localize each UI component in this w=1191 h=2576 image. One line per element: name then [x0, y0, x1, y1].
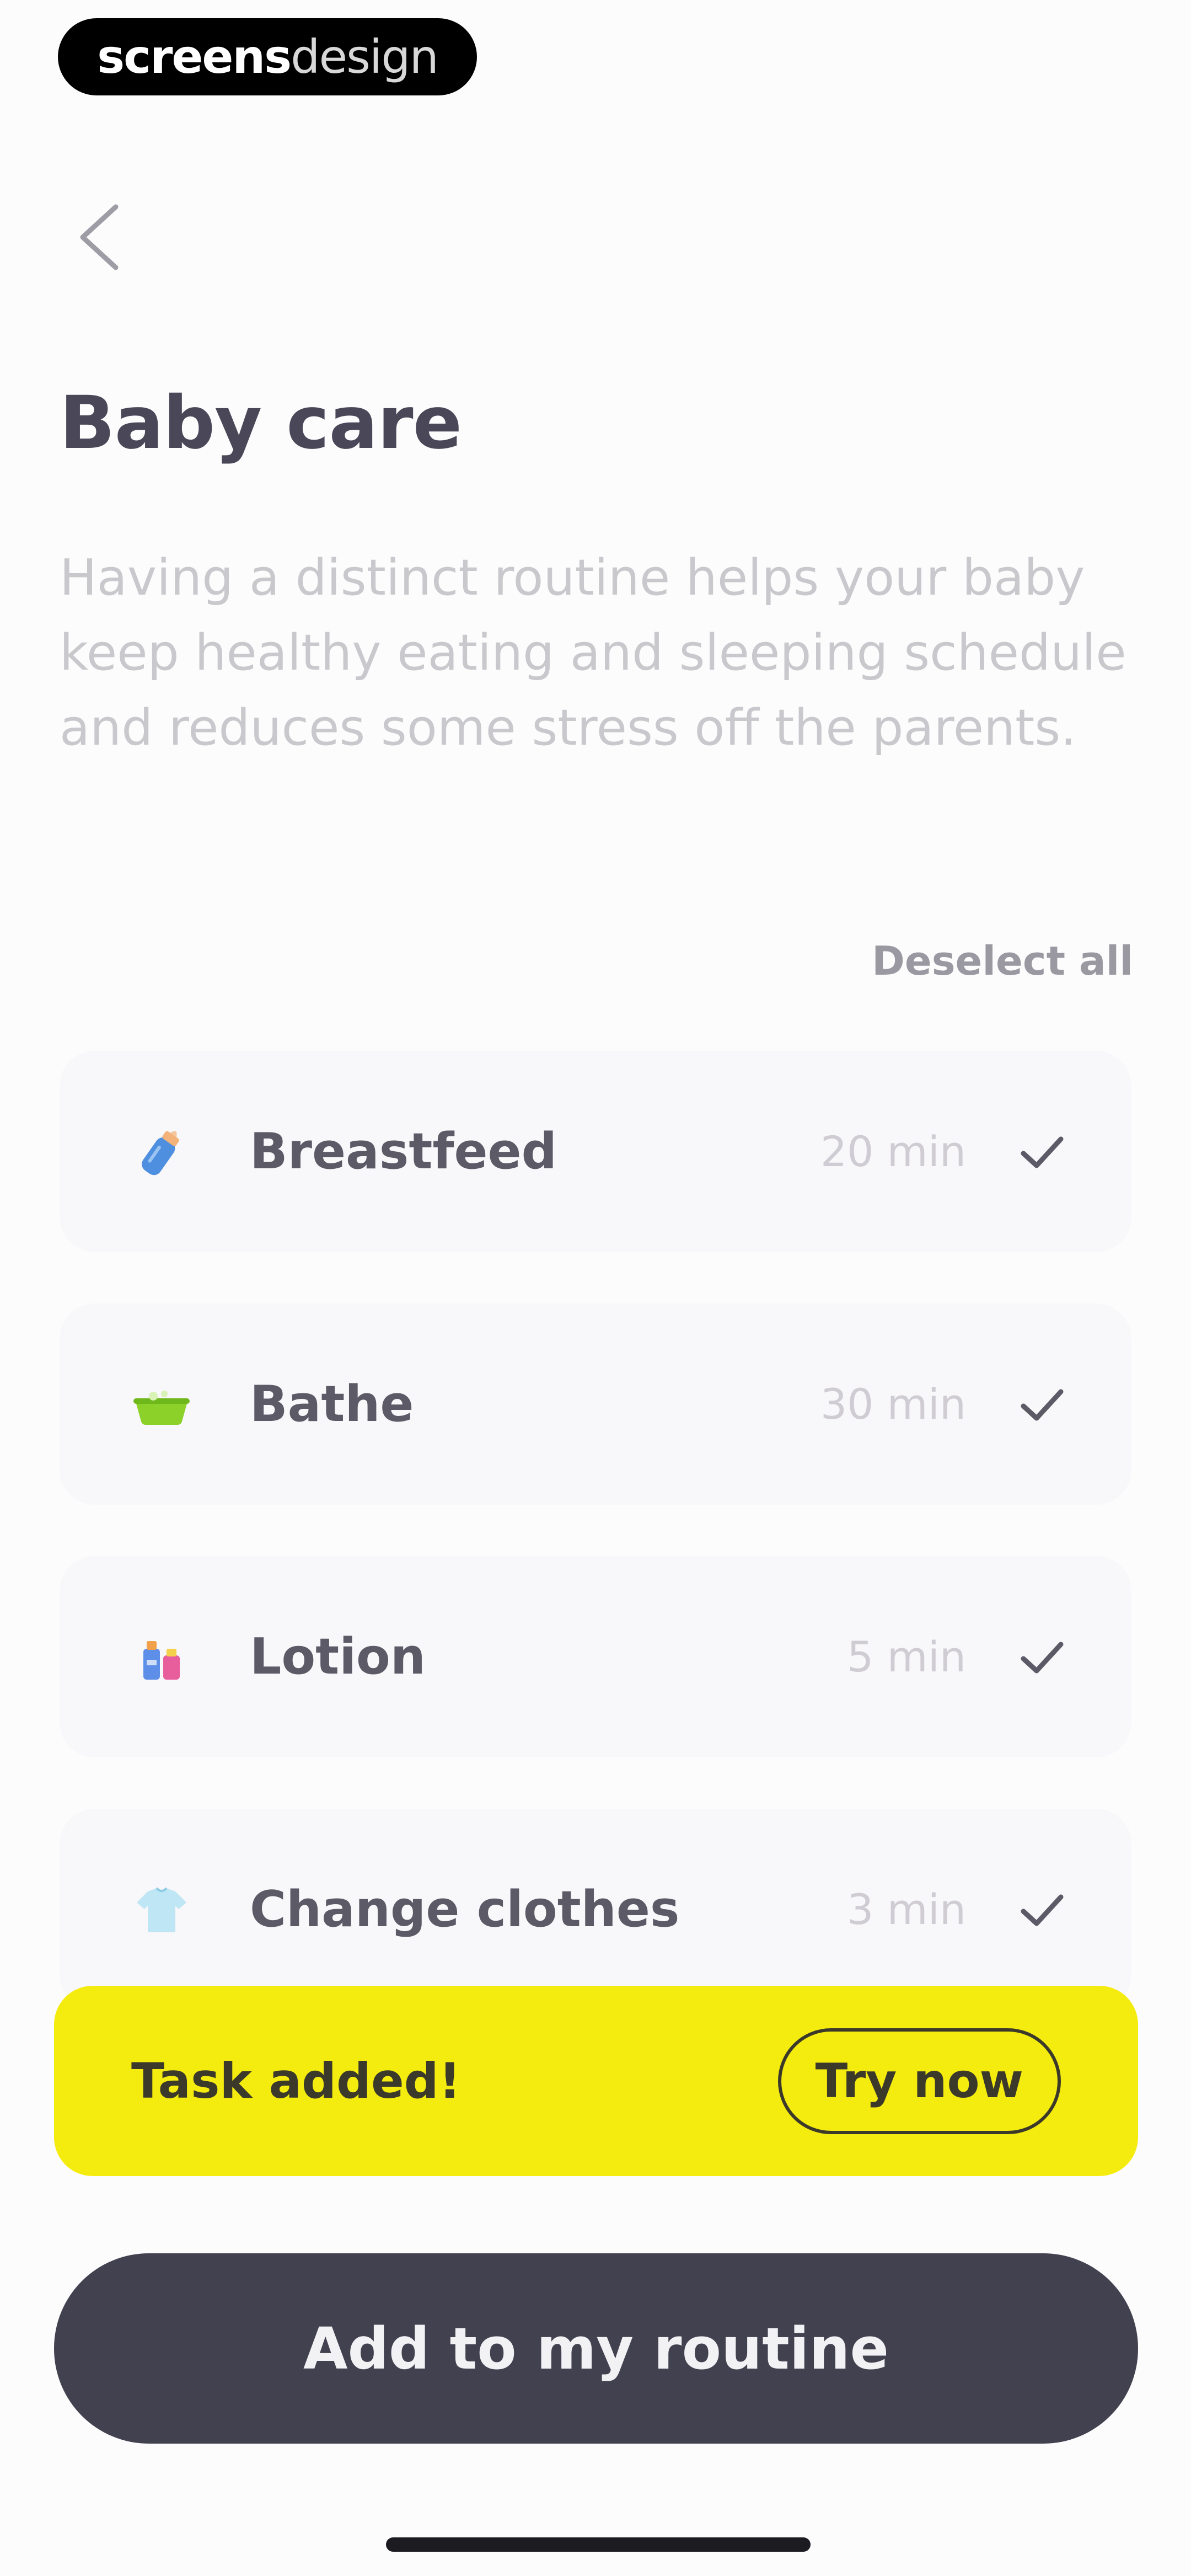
task-duration: 20 min	[820, 1127, 966, 1176]
clothes-icon	[137, 1887, 186, 1932]
back-button[interactable]	[66, 199, 132, 276]
bottle-icon	[142, 1131, 179, 1175]
task-item-lotion[interactable]: Lotion 5 min	[60, 1556, 1131, 1757]
check-icon	[1021, 1389, 1064, 1420]
task-item-breastfeed[interactable]: Breastfeed 20 min	[60, 1051, 1131, 1252]
task-duration: 5 min	[847, 1632, 966, 1681]
brand-logo-part1: screens	[97, 30, 292, 84]
brand-logo-part2: design	[291, 30, 439, 84]
page-description: Having a distinct routine helps your bab…	[60, 549, 1126, 757]
task-name: Lotion	[250, 1628, 426, 1686]
check-icon	[1021, 1136, 1064, 1168]
task-name: Bathe	[250, 1375, 414, 1433]
try-now-button[interactable]: Try now	[777, 2028, 1061, 2134]
task-item-change-clothes[interactable]: Change clothes 3 min	[60, 1809, 1131, 2010]
deselect-all-button[interactable]: Deselect all	[872, 938, 1133, 984]
task-duration: 30 min	[820, 1380, 966, 1429]
bathtub-icon	[133, 1390, 190, 1425]
page-title: Baby care	[60, 381, 462, 466]
task-duration: 3 min	[847, 1885, 966, 1934]
task-name: Breastfeed	[250, 1123, 557, 1180]
home-indicator	[386, 2537, 811, 2552]
add-to-routine-button[interactable]: Add to my routine	[54, 2253, 1138, 2444]
lotion-icon	[143, 1640, 180, 1680]
check-icon	[1021, 1894, 1064, 1926]
chevron-left-icon	[80, 204, 119, 270]
task-name: Change clothes	[250, 1880, 680, 1938]
toast-message: Task added!	[131, 2053, 461, 2109]
check-icon	[1021, 1642, 1064, 1673]
task-list: Breastfeed 20 min Bathe 30 min Lotion 5 …	[60, 1051, 1131, 2061]
task-added-toast: Task added! Try now	[54, 1986, 1138, 2176]
task-item-bathe[interactable]: Bathe 30 min	[60, 1303, 1131, 1505]
brand-logo: screens design	[58, 18, 477, 95]
screen: screens design Baby care Having a distinc…	[0, 0, 1191, 2576]
